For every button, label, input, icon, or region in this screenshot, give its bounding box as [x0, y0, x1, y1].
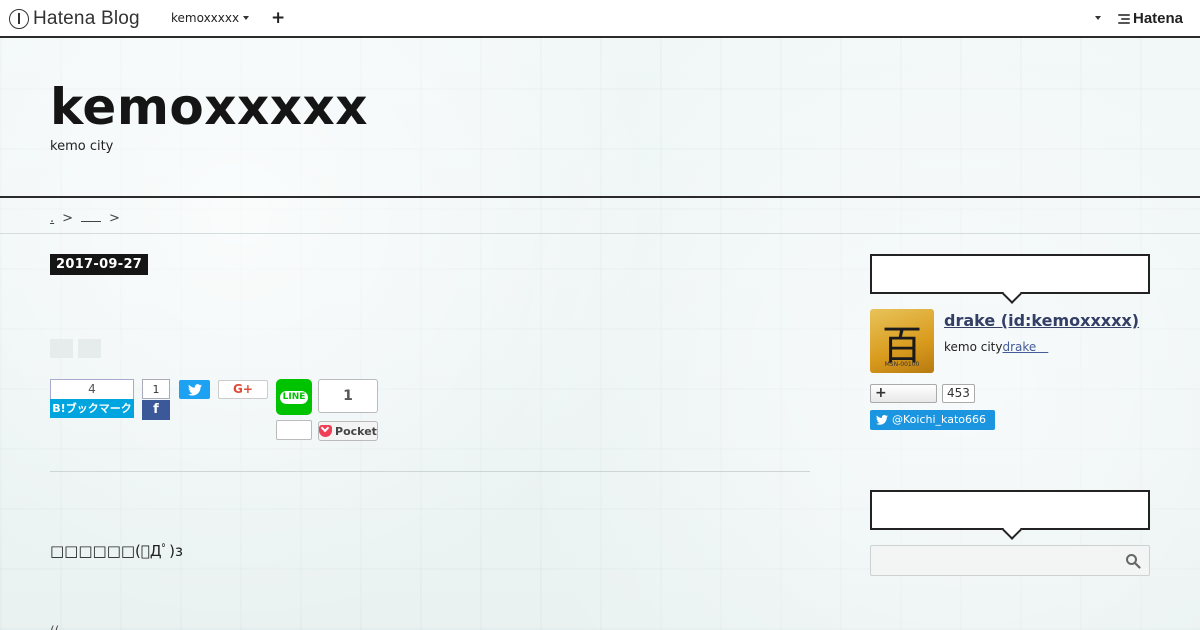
blog-title[interactable]: kemoxxxxx — [50, 78, 368, 136]
line-share-button[interactable]: LINE — [276, 379, 312, 415]
global-header: Hatena Blog kemoxxxxx + Hatena — [0, 0, 1200, 38]
pocket-count: 1 — [318, 379, 378, 413]
facebook-widget[interactable]: 1 f — [142, 379, 170, 420]
article-body-line: ((... — [50, 624, 71, 630]
breadcrumb-separator: > — [62, 211, 74, 226]
twitter-bird-icon — [187, 384, 202, 396]
search-input[interactable] — [870, 545, 1150, 576]
blog-menu-label: kemoxxxxx — [171, 11, 240, 25]
sidebar: 百 MSN-00100 drake (id:kemoxxxxx) kemo ci… — [870, 234, 1150, 630]
hatena-bookmark-button[interactable]: B!ブックマーク — [50, 399, 134, 418]
hatena-logo-link[interactable]: Hatena — [1118, 10, 1183, 27]
hatena-blog-logo[interactable]: Hatena Blog — [9, 7, 140, 31]
share-placeholder-box[interactable] — [276, 420, 312, 440]
hatena-bookmark-widget[interactable]: 4 B!ブックマーク — [50, 379, 134, 418]
avatar-sub-text: MSN-00100 — [884, 361, 920, 368]
category-chip[interactable] — [78, 339, 101, 358]
twitter-handle: @Koichi_kato666 — [892, 413, 986, 426]
share-buttons: 4 B!ブックマーク 1 f G+ LINE 1 Pocket — [50, 379, 810, 449]
facebook-share-count: 1 — [142, 379, 170, 399]
breadcrumb: . > > — [0, 198, 1200, 234]
article-body-line: □□□□□□(ﾟДﾟ)ɜ — [50, 542, 183, 560]
breadcrumb-separator: > — [109, 211, 120, 226]
profile-description-link[interactable]: drake — [1003, 340, 1049, 354]
hatena-logo-text: Hatena — [1133, 10, 1184, 27]
breadcrumb-category-link[interactable] — [81, 212, 102, 222]
follow-button[interactable]: + — [870, 384, 937, 403]
breadcrumb-home-link[interactable]: . — [50, 211, 54, 226]
google-plus-share-button[interactable]: G+ — [218, 380, 268, 399]
twitter-follow-button[interactable]: @Koichi_kato666 — [870, 410, 995, 430]
pocket-label: Pocket — [335, 424, 377, 438]
profile-name-link[interactable]: drake (id:kemoxxxxx) — [944, 311, 1139, 330]
blog-description: kemo city — [50, 139, 114, 154]
twitter-share-button[interactable] — [179, 380, 210, 399]
logo-text: Hatena Blog — [33, 8, 140, 29]
hatena-pen-icon — [9, 9, 29, 29]
article-date[interactable]: 2017-09-27 — [50, 254, 149, 275]
avatar[interactable]: 百 MSN-00100 — [870, 309, 934, 373]
content-divider — [50, 471, 810, 472]
new-post-button[interactable]: + — [271, 8, 285, 28]
facebook-share-button[interactable]: f — [142, 400, 170, 420]
follower-count: 453 — [942, 384, 975, 403]
hatena-bookmark-count: 4 — [50, 379, 134, 399]
profile-description: kemo citydrake — [944, 338, 1048, 355]
pocket-save-button[interactable]: Pocket — [318, 421, 378, 441]
caret-down-icon — [243, 16, 250, 20]
follow-row: + 453 — [870, 384, 975, 403]
article: 2017-09-27 4 B!ブックマーク 1 f G+ LINE 1 Pock… — [50, 234, 810, 630]
search-icon[interactable] — [1125, 553, 1141, 569]
blog-header: kemoxxxxx kemo city — [0, 38, 1200, 198]
user-menu-caret-icon[interactable] — [1095, 16, 1101, 20]
profile-description-text: kemo city — [944, 340, 1003, 354]
search-module-header — [870, 490, 1150, 530]
hatena-logo-icon — [1118, 13, 1130, 24]
profile-module-header — [870, 254, 1150, 294]
pocket-icon — [319, 425, 333, 437]
line-label: LINE — [279, 391, 309, 404]
category-chip[interactable] — [50, 339, 73, 358]
twitter-bird-icon — [876, 415, 888, 425]
blog-switch-menu[interactable]: kemoxxxxx — [171, 11, 250, 25]
